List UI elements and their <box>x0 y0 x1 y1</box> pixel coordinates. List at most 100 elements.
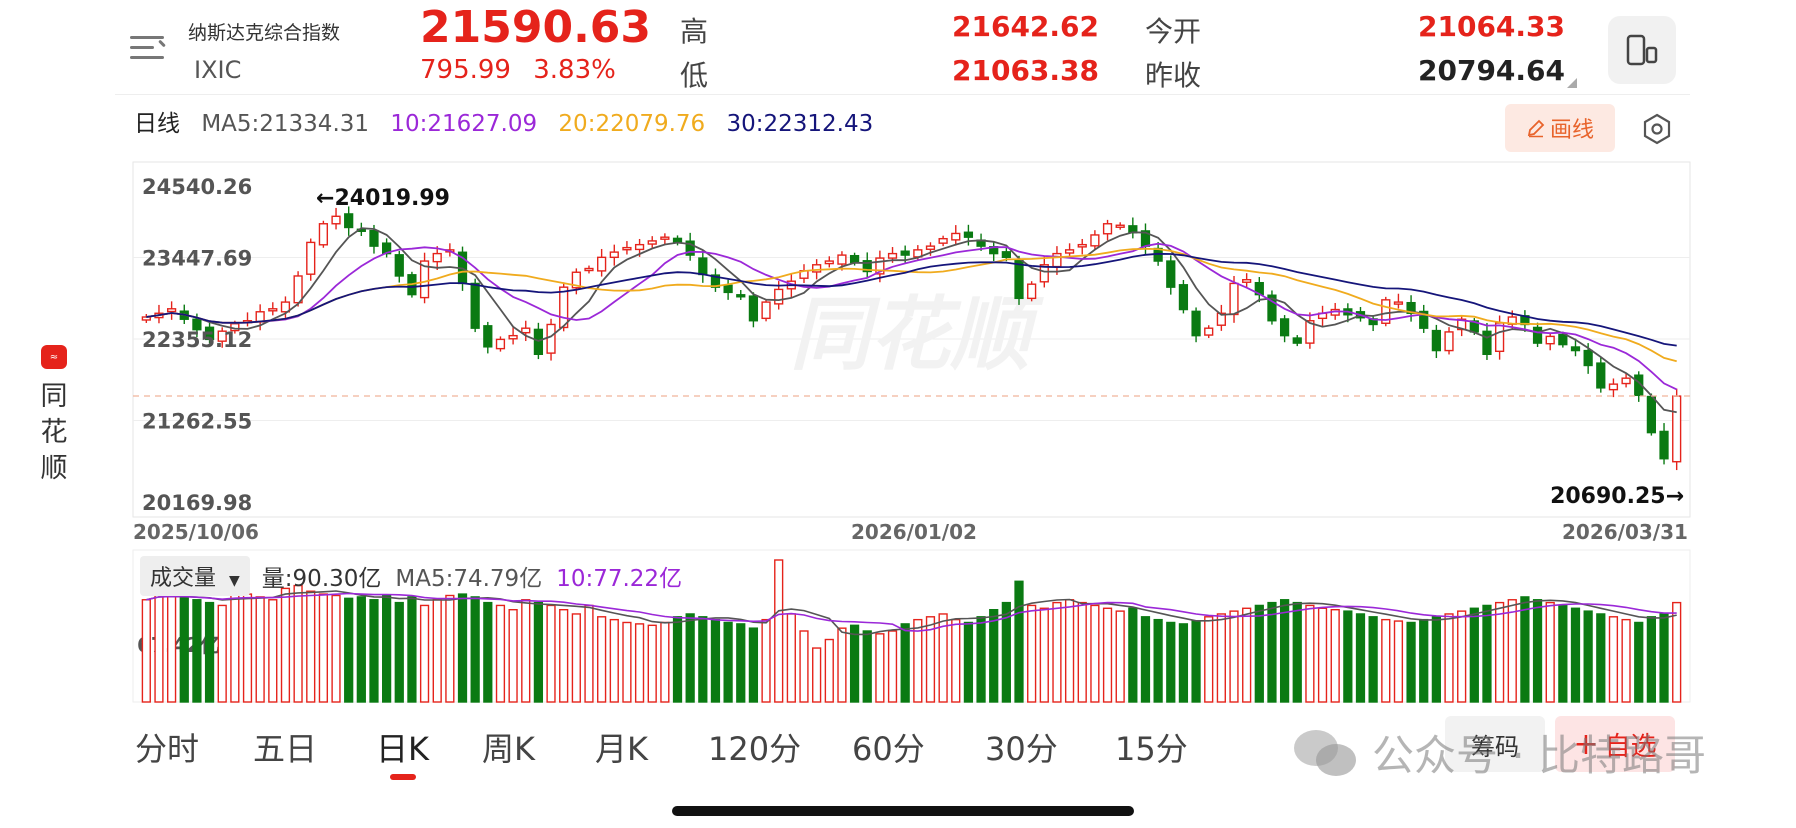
volume-bar <box>875 633 885 703</box>
volume-bar <box>217 604 227 703</box>
volume-bar <box>318 593 329 703</box>
volume-bar <box>748 627 759 703</box>
volume-bar <box>1153 618 1163 703</box>
volume-bar <box>1267 601 1277 703</box>
volume-bar <box>179 596 189 703</box>
volume-bar <box>1507 599 1517 703</box>
volume-bar <box>1431 616 1441 703</box>
candle <box>1242 279 1252 283</box>
volume-bar <box>1457 610 1467 703</box>
x-label-mid: 2026/01/02 <box>851 520 977 544</box>
candle <box>1659 430 1669 460</box>
max-annotation: ←24019.99 <box>316 186 450 211</box>
volume-bar <box>1128 607 1138 703</box>
candle <box>1621 377 1631 385</box>
candle <box>774 288 784 305</box>
candlestick-chart[interactable]: 同花顺 24540.26 23447.69 22355.12 21262.55 2016… <box>0 0 1796 828</box>
volume-bar <box>824 638 834 703</box>
tab-60min[interactable]: 60分 <box>852 724 925 770</box>
volume-bar <box>1178 623 1189 703</box>
tab-15min[interactable]: 15分 <box>1115 724 1188 770</box>
volume-header: 成交量 ▼ 量:90.30亿 MA5:74.79亿 10:77.22亿 <box>140 556 682 596</box>
volume-bar <box>1520 596 1530 703</box>
volume-bar <box>1355 613 1366 703</box>
volume-bar <box>887 630 898 703</box>
volume-bar <box>230 590 240 703</box>
volume-bar <box>192 599 202 703</box>
volume-bar <box>1646 616 1657 703</box>
y-tick-label: 21262.55 <box>142 410 252 434</box>
candle <box>1583 349 1593 367</box>
candle <box>761 301 771 320</box>
volume-bar <box>268 599 278 703</box>
candle <box>1229 282 1239 316</box>
tab-30min[interactable]: 30分 <box>985 724 1058 770</box>
candle <box>1001 251 1011 259</box>
volume-bar <box>533 601 544 703</box>
wechat-icon <box>1292 728 1358 782</box>
volume-bar <box>559 609 569 703</box>
volume-bar <box>1292 601 1302 703</box>
volume-bar <box>432 599 442 703</box>
candle <box>1444 331 1454 352</box>
volume-bar <box>609 618 619 703</box>
volume-bar <box>1140 616 1151 703</box>
volume-bar <box>394 601 404 703</box>
candle <box>1077 243 1087 248</box>
candle <box>521 327 531 334</box>
tab-weekly-k[interactable]: 周K <box>482 724 535 770</box>
volume-bar <box>862 630 872 703</box>
candle <box>470 282 480 329</box>
candle <box>432 252 442 263</box>
volume-bar <box>672 616 683 703</box>
min-annotation: 20690.25→ <box>1550 484 1684 509</box>
volume-bar <box>306 590 316 703</box>
tab-intraday[interactable]: 分时 <box>135 724 199 770</box>
volume-ma10: 10:77.22亿 <box>556 566 683 592</box>
volume-bar <box>1343 610 1353 703</box>
volume-bar <box>1583 610 1593 703</box>
volume-bar <box>774 559 784 703</box>
candle <box>634 243 645 251</box>
candle <box>849 254 860 264</box>
tab-120min[interactable]: 120分 <box>708 724 801 770</box>
y-tick-label: 22355.12 <box>142 328 252 352</box>
volume-bar <box>369 599 379 703</box>
candle <box>938 237 948 244</box>
volume-bar <box>989 609 999 703</box>
home-indicator <box>672 806 1134 816</box>
volume-bar <box>1621 618 1631 703</box>
volume-ma5: MA5:74.79亿 <box>395 566 543 592</box>
candle <box>1570 346 1581 352</box>
volume-bar <box>546 604 556 703</box>
volume-bar <box>166 594 177 703</box>
candle <box>951 232 961 241</box>
candle <box>1027 283 1037 300</box>
volume-bar <box>913 618 923 703</box>
tab-five-day[interactable]: 五日 <box>253 724 317 770</box>
volume-bar <box>495 604 506 703</box>
tab-daily-k[interactable]: 日K <box>376 724 429 770</box>
volume-bar <box>1052 601 1062 703</box>
volume-value: 量:90.30亿 <box>261 566 382 592</box>
volume-bar <box>1317 607 1328 703</box>
volume-bar <box>1608 616 1619 703</box>
candle <box>963 231 974 238</box>
volume-bar <box>1482 604 1492 703</box>
volume-bar <box>647 624 657 703</box>
volume-bar <box>154 593 164 703</box>
volume-bar <box>1545 601 1555 703</box>
volume-bar <box>419 604 430 703</box>
candle <box>597 256 607 272</box>
volume-bar <box>470 596 480 703</box>
candle <box>318 223 329 246</box>
tab-monthly-k[interactable]: 月K <box>595 724 648 770</box>
volume-indicator-select[interactable]: 成交量 ▼ <box>140 556 250 596</box>
candle <box>1292 337 1302 344</box>
candle <box>1166 260 1176 288</box>
volume-bar <box>837 627 847 703</box>
y-tick-label: 24540.26 <box>142 175 252 199</box>
candle <box>698 257 708 276</box>
volume-bar <box>1216 613 1226 703</box>
volume-bar <box>685 613 695 703</box>
